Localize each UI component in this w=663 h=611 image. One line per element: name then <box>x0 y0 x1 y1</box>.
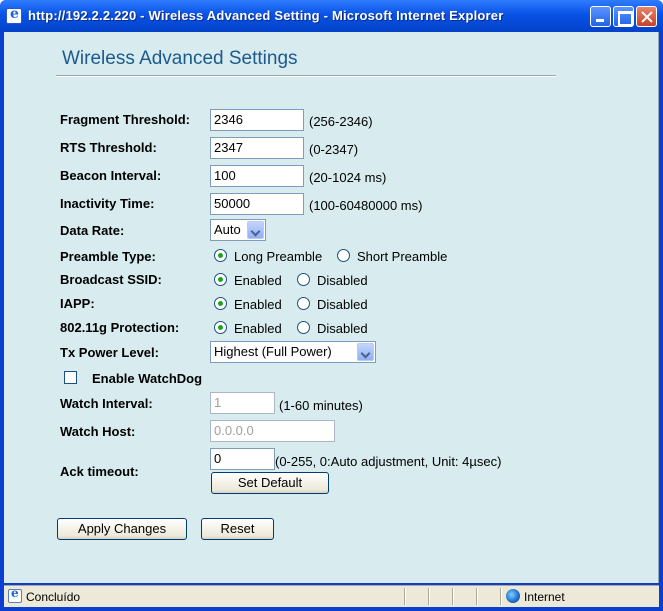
heading-divider <box>56 75 556 77</box>
page-icon <box>8 586 22 603</box>
data-rate-select[interactable]: Auto <box>210 219 266 241</box>
data-rate-value: Auto <box>214 222 241 237</box>
ssid-enabled-label: Enabled <box>234 273 282 288</box>
watch-interval-label: Watch Interval: <box>60 396 153 411</box>
close-button[interactable] <box>636 6 657 27</box>
preamble-type-label: Preamble Type: <box>60 249 156 264</box>
protection-label: 802.11g Protection: <box>60 320 180 335</box>
fragment-threshold-hint: (256-2346) <box>309 114 373 129</box>
watch-interval-hint: (1-60 minutes) <box>279 398 363 413</box>
maximize-button[interactable] <box>613 6 634 27</box>
chevron-down-icon[interactable] <box>357 343 374 361</box>
beacon-interval-label: Beacon Interval: <box>60 168 162 183</box>
watch-interval-input[interactable]: 1 <box>210 392 275 414</box>
protection-disabled-radio[interactable] <box>297 321 310 334</box>
tx-power-select[interactable]: Highest (Full Power) <box>210 341 376 363</box>
watchdog-checkbox[interactable] <box>64 371 77 384</box>
tx-power-label: Tx Power Level: <box>60 345 159 360</box>
iapp-disabled-label: Disabled <box>317 297 368 312</box>
rts-threshold-hint: (0-2347) <box>309 142 359 157</box>
preamble-long-radio[interactable] <box>214 249 227 262</box>
ssid-disabled-radio[interactable] <box>297 273 310 286</box>
ack-timeout-label: Ack timeout: <box>60 464 139 479</box>
set-default-button[interactable]: Set Default <box>211 472 329 494</box>
iapp-enabled-radio[interactable] <box>214 297 227 310</box>
rts-threshold-input[interactable]: 2347 <box>210 137 304 159</box>
status-divider <box>452 588 454 605</box>
title-bar[interactable]: http://192.2.2.220 - Wireless Advanced S… <box>0 0 663 32</box>
apply-changes-button[interactable]: Apply Changes <box>57 518 187 540</box>
watchdog-label: Enable WatchDog <box>92 371 203 386</box>
inactivity-time-hint: (100-60480000 ms) <box>309 198 423 213</box>
preamble-short-label: Short Preamble <box>357 249 448 264</box>
ie-icon <box>6 6 22 24</box>
minimize-button[interactable] <box>590 6 611 27</box>
ssid-enabled-radio[interactable] <box>214 273 227 286</box>
watch-host-input[interactable]: 0.0.0.0 <box>210 420 335 442</box>
page-title: Wireless Advanced Settings <box>62 48 298 69</box>
fragment-threshold-input[interactable]: 2346 <box>210 109 304 131</box>
tx-power-value: Highest (Full Power) <box>214 344 332 359</box>
watch-host-label: Watch Host: <box>60 424 136 439</box>
reset-button[interactable]: Reset <box>201 518 274 540</box>
status-divider <box>428 588 430 605</box>
status-bar: Concluído Internet <box>4 585 659 607</box>
security-zone: Internet <box>524 590 565 604</box>
rts-threshold-label: RTS Threshold: <box>60 140 157 155</box>
beacon-interval-hint: (20-1024 ms) <box>309 170 387 185</box>
protection-disabled-label: Disabled <box>317 321 368 336</box>
ack-timeout-input[interactable]: 0 <box>210 448 275 470</box>
iapp-disabled-radio[interactable] <box>297 297 310 310</box>
preamble-short-radio[interactable] <box>337 249 350 262</box>
status-text: Concluído <box>26 590 81 604</box>
broadcast-ssid-label: Broadcast SSID: <box>60 272 162 287</box>
preamble-long-label: Long Preamble <box>234 249 323 264</box>
fragment-threshold-label: Fragment Threshold: <box>60 112 191 127</box>
status-divider <box>500 588 502 605</box>
ssid-disabled-label: Disabled <box>317 273 368 288</box>
inactivity-time-label: Inactivity Time: <box>60 196 155 211</box>
ack-timeout-hint: (0-255, 0:Auto adjustment, Unit: 4µsec) <box>275 454 502 469</box>
chevron-down-icon[interactable] <box>247 221 264 239</box>
beacon-interval-input[interactable]: 100 <box>210 165 304 187</box>
inactivity-time-input[interactable]: 50000 <box>210 193 304 215</box>
data-rate-label: Data Rate: <box>60 223 125 238</box>
window-title: http://192.2.2.220 - Wireless Advanced S… <box>28 8 504 23</box>
protection-enabled-label: Enabled <box>234 321 282 336</box>
globe-icon <box>506 589 520 603</box>
iapp-enabled-label: Enabled <box>234 297 282 312</box>
protection-enabled-radio[interactable] <box>214 321 227 334</box>
status-divider <box>476 588 478 605</box>
iapp-label: IAPP: <box>60 296 95 311</box>
status-divider <box>404 588 406 605</box>
